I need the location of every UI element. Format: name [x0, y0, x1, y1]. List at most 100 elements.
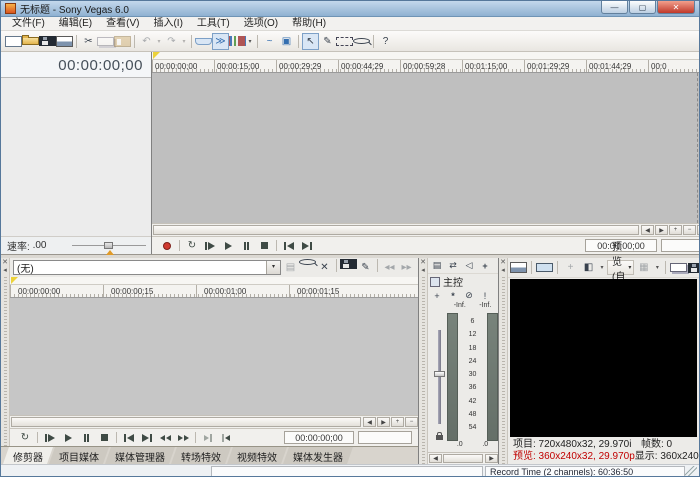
- mark-out-button[interactable]: [217, 431, 235, 445]
- solo-icon[interactable]: !: [478, 289, 492, 302]
- tab-project-media[interactable]: 项目媒体: [49, 447, 109, 464]
- insert-assignable-fx-icon[interactable]: ⇄: [446, 259, 460, 272]
- zoom-out-time-button[interactable]: −: [405, 417, 418, 427]
- split-screen-dropdown-icon[interactable]: ▾: [598, 259, 606, 276]
- dock-grip[interactable]: [502, 277, 505, 464]
- redo-dropdown-icon[interactable]: ▾: [180, 33, 188, 50]
- new-project-icon[interactable]: [5, 36, 22, 47]
- trimmer-save-markers-icon[interactable]: [340, 259, 357, 269]
- insert-bus-icon[interactable]: ▤: [430, 259, 444, 272]
- menu-item[interactable]: 插入(I): [146, 17, 189, 31]
- automation-dropdown-icon[interactable]: ▾: [246, 33, 254, 50]
- cursor-time-display[interactable]: 00:00:00;00: [1, 52, 151, 78]
- master-properties-icon[interactable]: *: [446, 289, 460, 302]
- next-take-icon[interactable]: ▸▸: [398, 259, 415, 276]
- overlay-grid-icon[interactable]: ▦: [635, 259, 652, 276]
- track-list-empty[interactable]: [1, 78, 151, 236]
- trimmer-remove-icon[interactable]: ✕: [316, 259, 333, 276]
- fit-meters-icon[interactable]: +: [430, 289, 444, 302]
- preview-quality-dropdown[interactable]: 预览(自动) ▾: [607, 260, 634, 275]
- play-from-start-button[interactable]: [201, 239, 219, 253]
- menu-item[interactable]: 文件(F): [5, 17, 52, 31]
- menu-item[interactable]: 查看(V): [99, 17, 146, 31]
- master-fx-icon[interactable]: +: [478, 259, 492, 272]
- lock-envelopes-icon[interactable]: ~: [261, 33, 278, 50]
- pause-button[interactable]: [237, 239, 255, 253]
- go-to-end-button[interactable]: [298, 239, 316, 253]
- close-panel-icon[interactable]: ✕: [499, 259, 507, 267]
- close-button[interactable]: ✕: [657, 1, 695, 14]
- trimmer-selection-field[interactable]: [358, 431, 412, 444]
- normal-edit-tool-icon[interactable]: ↖: [302, 33, 319, 50]
- go-to-start-button[interactable]: [120, 431, 138, 445]
- zoom-tool-icon[interactable]: [353, 38, 370, 44]
- dock-grip[interactable]: [422, 277, 425, 464]
- stop-button[interactable]: [95, 431, 113, 445]
- trimmer-time-field[interactable]: 00:00:00;00: [284, 431, 354, 444]
- trimmer-ruler[interactable]: 00:00:00;0000:00:00;1500:00:01;0000:00:0…: [10, 285, 418, 298]
- trimmer-media-select[interactable]: (无) ▾: [13, 260, 281, 275]
- undo-icon[interactable]: ↶: [138, 33, 155, 50]
- tab-video-fx[interactable]: 视频特效: [227, 447, 287, 464]
- play-button[interactable]: [59, 431, 77, 445]
- copy-frame-icon[interactable]: [670, 263, 687, 272]
- mute-icon[interactable]: ⊘: [462, 289, 476, 302]
- pin-panel-icon[interactable]: ◂: [499, 267, 507, 275]
- scroll-right-icon[interactable]: ▶: [377, 417, 390, 427]
- resize-grip[interactable]: [685, 466, 697, 477]
- trimmer-edit-icon[interactable]: ✎: [357, 259, 374, 276]
- enable-snapping-icon[interactable]: [195, 38, 212, 45]
- master-bus-icon[interactable]: [430, 277, 440, 287]
- record-button[interactable]: [158, 239, 176, 253]
- next-frame-button[interactable]: [174, 431, 192, 445]
- chevron-down-icon[interactable]: ▾: [266, 261, 280, 274]
- timeline-track-area[interactable]: [152, 73, 700, 223]
- redo-icon[interactable]: ↷: [163, 33, 180, 50]
- cut-icon[interactable]: ✂: [80, 33, 97, 50]
- lock-fader-icon[interactable]: [436, 435, 443, 440]
- scroll-left-icon[interactable]: ◀: [363, 417, 376, 427]
- trimmer-properties-icon[interactable]: ▤: [282, 259, 299, 276]
- split-screen-icon[interactable]: ◧: [580, 259, 597, 276]
- properties-icon[interactable]: [56, 36, 73, 47]
- hscroll-thumb[interactable]: [443, 454, 483, 463]
- menu-item[interactable]: 帮助(H): [285, 17, 333, 31]
- save-icon[interactable]: [39, 36, 56, 46]
- undo-dropdown-icon[interactable]: ▾: [155, 33, 163, 50]
- scroll-right-icon[interactable]: ▶: [655, 225, 668, 235]
- paste-icon[interactable]: [114, 36, 131, 47]
- prev-take-icon[interactable]: ◂◂: [381, 259, 398, 276]
- selection-tool-icon[interactable]: [336, 37, 353, 46]
- close-panel-icon[interactable]: ✕: [419, 259, 427, 267]
- volume-fader-handle[interactable]: [434, 371, 445, 377]
- play-from-start-button[interactable]: [41, 431, 59, 445]
- loop-playback-button[interactable]: ↻: [183, 239, 201, 253]
- timeline-ruler[interactable]: 00:00:00;0000:00:15;0000:00:29;2900:00:4…: [152, 60, 700, 73]
- ignore-grouping-icon[interactable]: ▣: [278, 33, 295, 50]
- cursor-flag-icon[interactable]: [153, 52, 160, 59]
- pin-panel-icon[interactable]: ◂: [1, 267, 9, 275]
- save-frame-icon[interactable]: [688, 263, 700, 273]
- hscroll-thumb[interactable]: [153, 225, 639, 235]
- scroll-left-icon[interactable]: ◀: [641, 225, 654, 235]
- prev-frame-button[interactable]: [156, 431, 174, 445]
- menu-item[interactable]: 编辑(E): [52, 17, 99, 31]
- menu-item[interactable]: 工具(T): [190, 17, 237, 31]
- copy-icon[interactable]: [97, 37, 114, 46]
- scroll-right-icon[interactable]: ▶: [485, 454, 498, 463]
- open-icon[interactable]: [22, 37, 39, 45]
- stop-button[interactable]: [255, 239, 273, 253]
- tab-media-manager[interactable]: 媒体管理器: [105, 447, 175, 464]
- dim-output-icon[interactable]: ◁: [462, 259, 476, 272]
- maximize-button[interactable]: ▢: [629, 1, 656, 14]
- trimmer-zoom-icon[interactable]: [299, 259, 316, 265]
- envelope-tool-icon[interactable]: ✎: [319, 33, 336, 50]
- minimize-button[interactable]: —: [601, 1, 628, 14]
- zoom-in-time-button[interactable]: +: [391, 417, 404, 427]
- tab-transitions[interactable]: 转场特效: [171, 447, 231, 464]
- trimmer-media-area[interactable]: [10, 298, 418, 415]
- zoom-out-time-button[interactable]: −: [683, 225, 696, 235]
- pause-button[interactable]: [77, 431, 95, 445]
- tab-media-generators[interactable]: 媒体发生器: [283, 447, 353, 464]
- trimmer-marker-bar[interactable]: [10, 277, 418, 285]
